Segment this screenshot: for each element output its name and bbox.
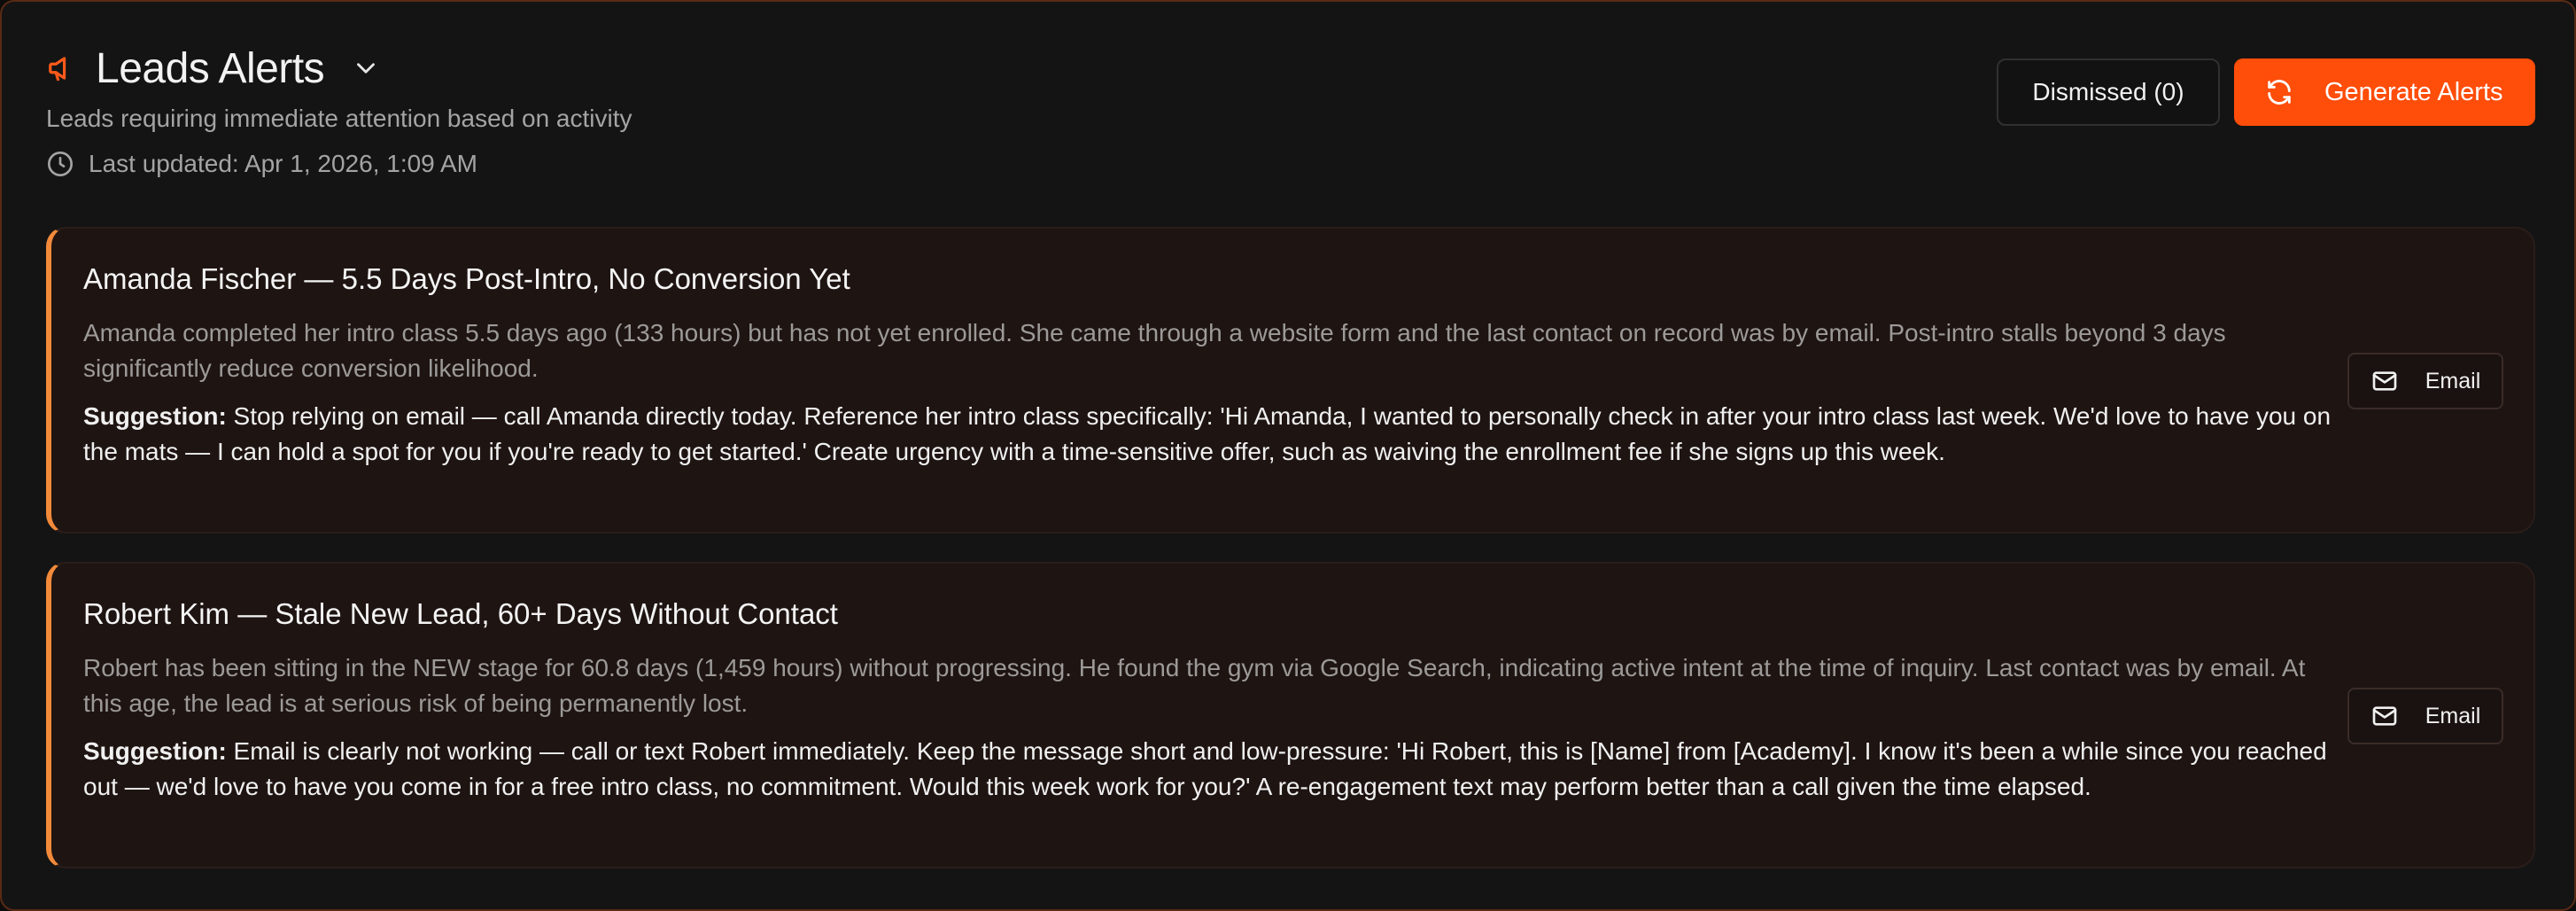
- email-label: Email: [2425, 703, 2481, 728]
- suggestion-label: Suggestion:: [83, 737, 227, 765]
- alert-suggestion: Suggestion: Stop relying on email — call…: [83, 399, 2333, 470]
- dismissed-label: Dismissed (0): [2032, 78, 2184, 105]
- last-updated-text: Last updated: Apr 1, 2026, 1:09 AM: [89, 150, 477, 177]
- mail-icon: [2370, 367, 2399, 395]
- alert-suggestion: Suggestion: Email is clearly not working…: [83, 734, 2333, 805]
- title-row: Leads Alerts: [46, 41, 381, 96]
- chevron-down-icon[interactable]: [351, 53, 381, 83]
- suggestion-label: Suggestion:: [83, 402, 227, 430]
- leads-alerts-panel: Leads Alerts Leads requiring immediate a…: [0, 0, 2576, 911]
- alert-card: Amanda Fischer — 5.5 Days Post-Intro, No…: [46, 227, 2535, 533]
- alert-title: Robert Kim — Stale New Lead, 60+ Days Wi…: [83, 597, 838, 630]
- last-updated: Last updated: Apr 1, 2026, 1:09 AM: [46, 150, 477, 178]
- generate-alerts-button[interactable]: Generate Alerts: [2234, 58, 2535, 126]
- email-label: Email: [2425, 368, 2481, 393]
- page-title: Leads Alerts: [96, 44, 325, 92]
- megaphone-icon: [46, 51, 80, 85]
- dismissed-button[interactable]: Dismissed (0): [1997, 58, 2220, 126]
- email-button[interactable]: Email: [2347, 688, 2503, 744]
- clock-icon: [46, 150, 74, 178]
- alert-description: Amanda completed her intro class 5.5 day…: [83, 319, 2226, 382]
- suggestion-text: Stop relying on email — call Amanda dire…: [83, 402, 2332, 465]
- alert-title: Amanda Fischer — 5.5 Days Post-Intro, No…: [83, 262, 850, 295]
- email-button[interactable]: Email: [2347, 353, 2503, 409]
- refresh-icon: [2264, 77, 2294, 107]
- suggestion-text: Email is clearly not working — call or t…: [83, 737, 2327, 800]
- mail-icon: [2370, 702, 2399, 730]
- generate-alerts-label: Generate Alerts: [2324, 77, 2503, 106]
- alert-description: Robert has been sitting in the NEW stage…: [83, 654, 2306, 717]
- page-subtitle: Leads requiring immediate attention base…: [46, 105, 632, 132]
- alert-card: Robert Kim — Stale New Lead, 60+ Days Wi…: [46, 562, 2535, 868]
